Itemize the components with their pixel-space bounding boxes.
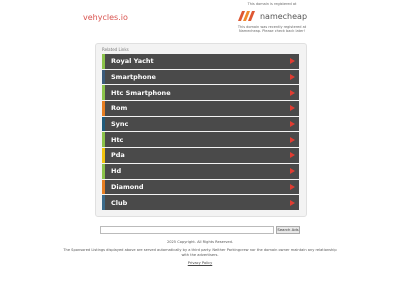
related-link-label: Royal Yacht — [111, 57, 154, 66]
related-link-label: Hd — [111, 167, 122, 176]
arrow-right-icon — [290, 183, 295, 190]
namecheap-icon — [237, 11, 255, 21]
related-link-label: Rom — [111, 104, 128, 113]
related-link-item[interactable]: Royal Yacht — [102, 54, 299, 69]
search-row: Search Ads — [100, 226, 300, 234]
related-link-item[interactable]: Club — [102, 195, 299, 210]
related-link-label: Diamond — [111, 182, 144, 191]
link-color-stripe — [102, 116, 105, 132]
related-link-label: Htc — [111, 135, 124, 144]
related-link-item[interactable]: Sync — [102, 116, 299, 132]
related-links-list: Royal Yacht Smartphone Htc Smartphone Rom Sy… — [102, 54, 299, 211]
arrow-right-icon — [290, 58, 295, 65]
search-input[interactable] — [100, 226, 274, 234]
registrar-banner[interactable]: This domain is registered at namecheap T… — [232, 2, 312, 33]
registrar-note: This domain was recently registered at N… — [237, 25, 307, 33]
related-link-item[interactable]: Smartphone — [102, 69, 299, 85]
link-color-stripe — [102, 85, 105, 101]
link-color-stripe — [102, 101, 105, 116]
link-color-stripe — [102, 69, 105, 85]
link-color-stripe — [102, 54, 105, 69]
related-link-label: Smartphone — [111, 73, 156, 82]
panel-title: Related Links — [102, 47, 129, 52]
link-color-stripe — [102, 179, 105, 195]
link-color-stripe — [102, 195, 105, 210]
namecheap-logo[interactable]: namecheap — [232, 9, 312, 23]
registrar-name: namecheap — [259, 11, 308, 21]
link-color-stripe — [102, 163, 105, 179]
related-link-item[interactable]: Pda — [102, 148, 299, 163]
related-link-label: Sync — [111, 120, 129, 129]
arrow-right-icon — [290, 199, 295, 206]
arrow-right-icon — [290, 168, 295, 175]
related-link-item[interactable]: Htc — [102, 132, 299, 148]
registrar-notice: This domain is registered at — [247, 2, 297, 6]
copyright-text: 2025 Copyright. All Rights Reserved. — [166, 240, 234, 244]
link-color-stripe — [102, 148, 105, 163]
privacy-policy-link[interactable]: Privacy Policy — [60, 261, 340, 266]
related-link-label: Htc Smartphone — [111, 88, 171, 97]
search-button[interactable]: Search Ads — [276, 226, 300, 234]
arrow-right-icon — [290, 152, 295, 159]
related-link-label: Pda — [111, 151, 125, 160]
arrow-right-icon — [290, 74, 295, 81]
related-link-label: Club — [111, 198, 128, 207]
related-link-item[interactable]: Htc Smartphone — [102, 85, 299, 101]
arrow-right-icon — [290, 136, 295, 143]
arrow-right-icon — [290, 89, 295, 96]
disclaimer-text: The Sponsored Listings displayed above a… — [63, 248, 337, 257]
domain-title[interactable]: vehycles.io — [83, 13, 128, 22]
link-color-stripe — [102, 132, 105, 148]
related-link-item[interactable]: Rom — [102, 101, 299, 116]
related-link-item[interactable]: Diamond — [102, 179, 299, 195]
related-links-panel: Related Links Royal Yacht Smartphone Htc S… — [95, 43, 307, 217]
arrow-right-icon — [290, 105, 295, 112]
arrow-right-icon — [290, 121, 295, 128]
related-link-item[interactable]: Hd — [102, 163, 299, 179]
